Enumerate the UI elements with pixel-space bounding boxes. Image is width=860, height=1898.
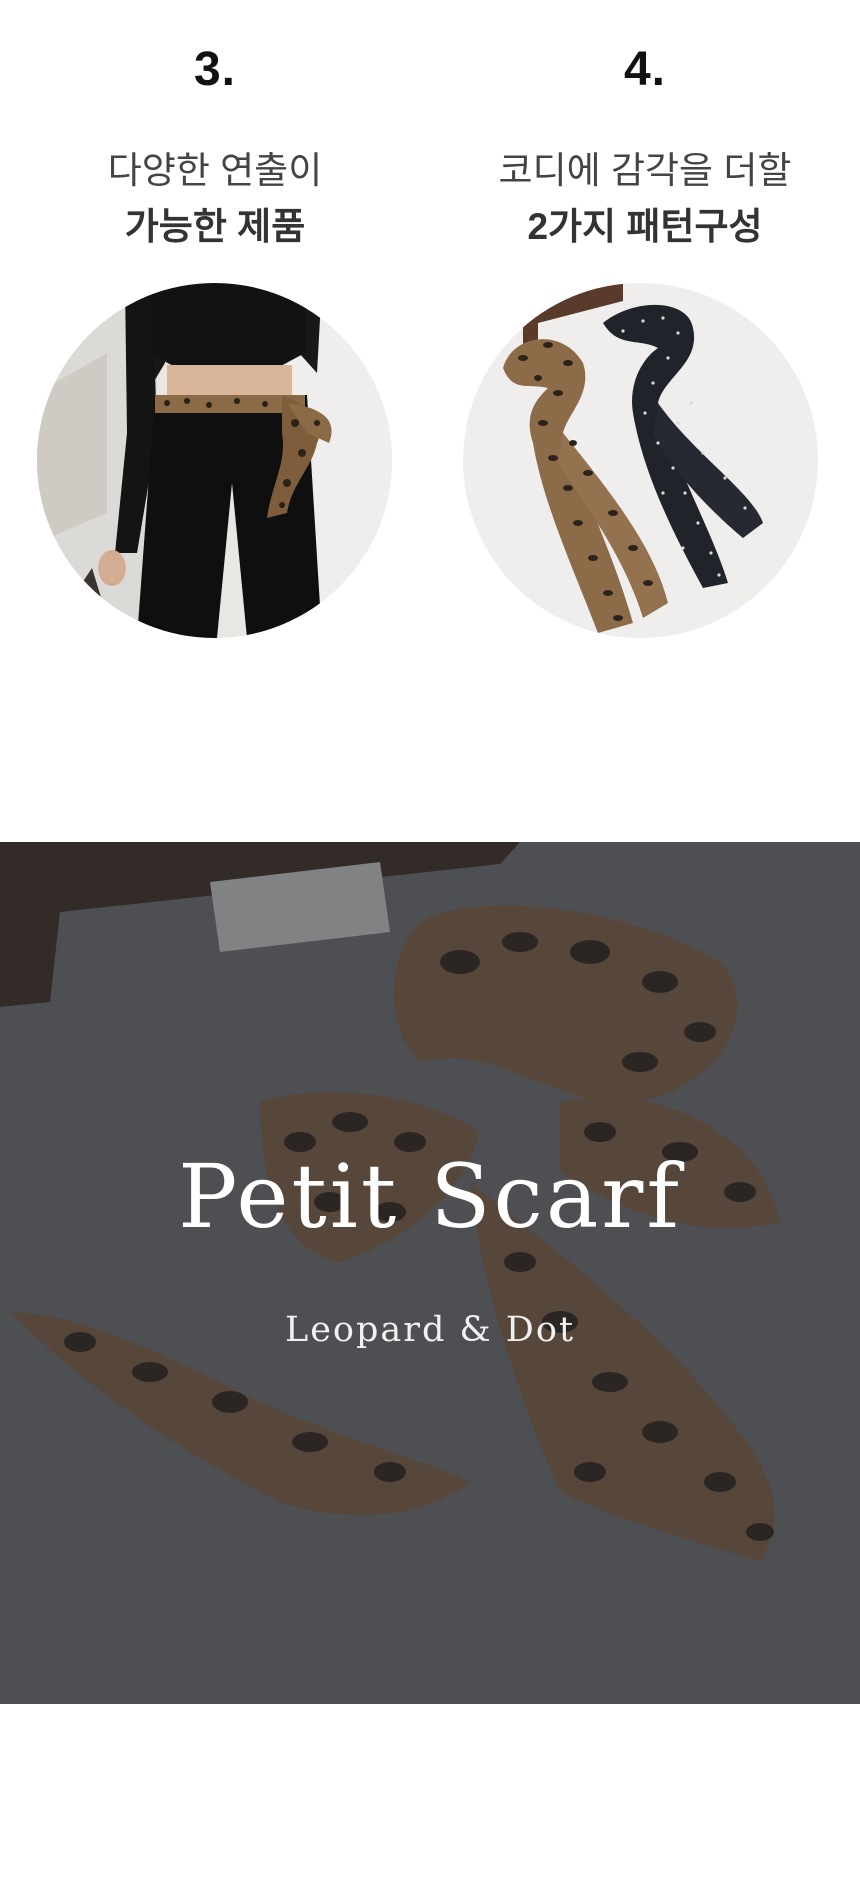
feature-number: 3. <box>193 43 237 96</box>
feature-caption-line2: 가능한 제품 <box>124 206 306 247</box>
feature-block-3: 3. 다양한 연출이 가능한 제품 <box>0 0 430 660</box>
feature-caption-line1: 다양한 연출이 <box>107 150 323 191</box>
model-wearing-scarf-belt-photo <box>37 283 392 638</box>
hero-banner <box>0 842 860 1704</box>
leopard-scarf-bow-photo <box>0 842 860 1704</box>
leopard-and-dot-scarves-photo <box>463 283 818 638</box>
feature-caption-line2: 2가지 패턴구성 <box>527 206 763 247</box>
hero-title: Petit Scarf <box>178 1145 682 1248</box>
hero-subtitle: Leopard & Dot <box>284 1310 576 1350</box>
feature-caption-line1: 코디에 감각을 더할 <box>498 150 792 191</box>
feature-block-4: 4. 코디에 감각을 더할 2가지 패턴구성 <box>430 0 860 660</box>
feature-number: 4. <box>623 43 667 96</box>
